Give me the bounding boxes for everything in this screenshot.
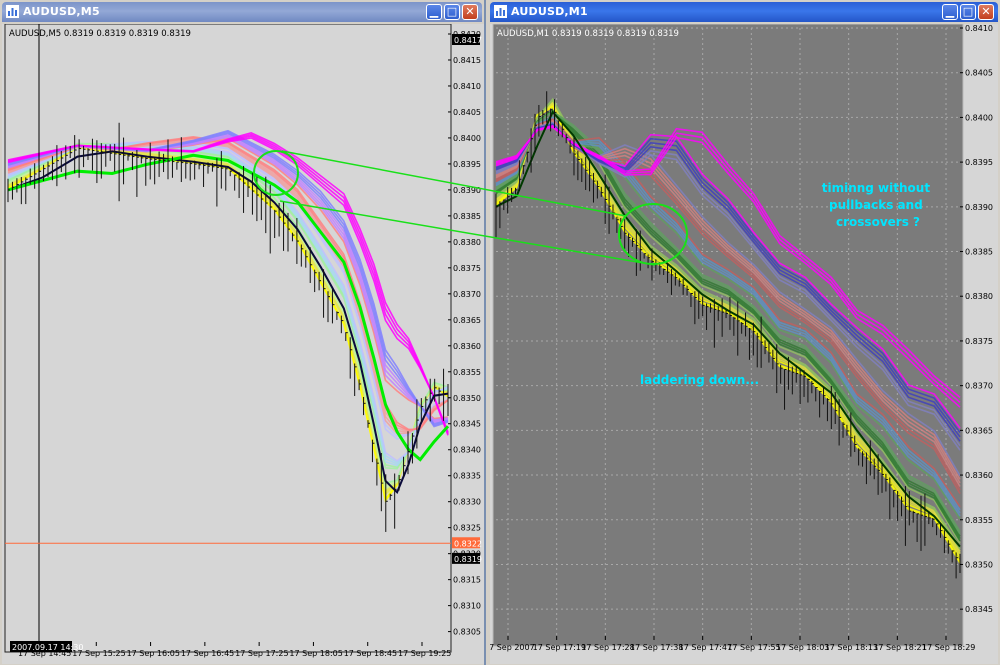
- y-tick-label: 0.8375: [453, 264, 481, 273]
- y-tick-label: 0.8390: [965, 203, 993, 212]
- x-tick-label: 17 Sep 17:19: [533, 643, 586, 652]
- window-titlebar[interactable]: AUDUSD,M1 ▁ □ ✕: [490, 2, 998, 22]
- x-tick-label: 17 Sep 17:47: [679, 643, 732, 652]
- y-tick-label: 0.8345: [453, 420, 481, 429]
- x-tick-label: 17 Sep 17:55: [727, 643, 780, 652]
- chart-info-label: AUDUSD,M1 0.8319 0.8319 0.8319 0.8319: [497, 29, 679, 39]
- chart-info-label: AUDUSD,M5 0.8319 0.8319 0.8319 0.8319: [9, 29, 191, 39]
- annotation-line: timinng without: [822, 181, 931, 195]
- x-tick-label: 17 Sep 17:28: [581, 643, 634, 652]
- y-tick-label: 0.8395: [453, 160, 481, 169]
- close-button[interactable]: ✕: [978, 4, 994, 20]
- x-tick-label: 17 Sep 16:05: [127, 649, 180, 658]
- y-tick-label: 0.8390: [453, 186, 481, 195]
- y-tick-label: 0.8365: [965, 426, 993, 435]
- maximize-button[interactable]: □: [444, 4, 460, 20]
- y-tick-label: 0.8315: [453, 576, 481, 585]
- x-tick-label: 17 Sep 18:13: [825, 643, 878, 652]
- annotation-laddering: laddering down...: [640, 373, 759, 387]
- price-chart-m1[interactable]: 0.8410 0.8405 0.8400 0.8395 0.8390 0.8385 0.83…: [490, 24, 998, 664]
- price-tag-top: 0.8417: [454, 36, 482, 45]
- y-tick-label: 0.8410: [453, 82, 481, 91]
- x-tick-label: 17 Sep 19:25: [398, 649, 451, 658]
- close-icon: ✕: [981, 5, 991, 18]
- x-tick-label: 17 Sep 2007: [490, 643, 535, 652]
- close-icon: ✕: [465, 5, 475, 18]
- y-tick-label: 0.8340: [453, 446, 481, 455]
- x-tick-label: 17 Sep 18:45: [344, 649, 397, 658]
- y-tick-label: 0.8345: [965, 605, 993, 614]
- y-tick-label: 0.8405: [965, 69, 993, 78]
- y-tick-label: 0.8385: [453, 212, 481, 221]
- y-tick-label: 0.8400: [453, 134, 481, 143]
- y-tick-label: 0.8360: [453, 342, 481, 351]
- maximize-icon: □: [962, 5, 974, 18]
- price-tag-bid: 0.8319: [454, 555, 482, 564]
- x-tick-label: 17 Sep 16:45: [181, 649, 234, 658]
- chart-window-icon: [6, 5, 19, 18]
- minimize-icon: ▁: [945, 5, 955, 18]
- y-tick-label: 0.8330: [453, 498, 481, 507]
- y-tick-label: 0.8415: [453, 56, 481, 65]
- x-tick-label: 17 Sep 18:29: [922, 643, 975, 652]
- price-tag-red: 0.8322: [454, 539, 482, 548]
- y-tick-label: 0.8385: [965, 248, 993, 257]
- price-chart-m5[interactable]: 0.84200.84150.84100.84050.84000.83950.83…: [2, 24, 484, 664]
- annotation-line: crossovers ?: [836, 215, 920, 229]
- y-tick-label: 0.8305: [453, 628, 481, 637]
- y-tick-label: 0.8360: [965, 471, 993, 480]
- minimize-icon: ▁: [429, 5, 439, 18]
- y-tick-label: 0.8370: [453, 290, 481, 299]
- window-titlebar[interactable]: AUDUSD,M5 ▁ □ ✕: [2, 2, 482, 22]
- y-tick-label: 0.8310: [453, 602, 481, 611]
- annotation-timing: timinng without pullbacks and crossovers…: [822, 181, 935, 229]
- y-tick-label: 0.8355: [453, 368, 481, 377]
- x-tick-label: 17 Sep 17:38: [630, 643, 683, 652]
- maximize-button[interactable]: □: [960, 4, 976, 20]
- y-tick-label: 0.8405: [453, 108, 481, 117]
- y-tick-label: 0.8350: [965, 560, 993, 569]
- y-tick-label: 0.8395: [965, 158, 993, 167]
- minimize-button[interactable]: ▁: [426, 4, 442, 20]
- y-tick-label: 0.8325: [453, 524, 481, 533]
- maximize-icon: □: [446, 5, 458, 18]
- y-tick-label: 0.8365: [453, 316, 481, 325]
- y-tick-label: 0.8380: [453, 238, 481, 247]
- x-tick-label: 17 Sep 17:25: [235, 649, 288, 658]
- y-tick-label: 0.8370: [965, 382, 993, 391]
- y-tick-label: 0.8410: [965, 24, 993, 33]
- y-tick-label: 0.8350: [453, 394, 481, 403]
- chart-window-icon: [494, 5, 507, 18]
- close-button[interactable]: ✕: [462, 4, 478, 20]
- annotation-line: pullbacks and: [829, 198, 923, 212]
- chart-window-m5[interactable]: AUDUSD,M5 ▁ □ ✕ 0.84200.84150.84100.8405…: [0, 0, 486, 665]
- minimize-button[interactable]: ▁: [942, 4, 958, 20]
- y-tick-label: 0.8400: [965, 113, 993, 122]
- y-tick-label: 0.8380: [965, 292, 993, 301]
- crosshair-time-tag: 2007.09.17 14:30: [12, 643, 83, 652]
- y-tick-label: 0.8355: [965, 516, 993, 525]
- x-tick-label: 17 Sep 18:05: [289, 649, 342, 658]
- y-tick-label: 0.8335: [453, 472, 481, 481]
- plot-area: [4, 24, 452, 653]
- x-tick-label: 17 Sep 18:21: [873, 643, 926, 652]
- window-title: AUDUSD,M5: [23, 5, 100, 18]
- window-title: AUDUSD,M1: [511, 5, 588, 18]
- chart-window-m1[interactable]: AUDUSD,M1 ▁ □ ✕ 0.8410 0.8405 0.8400 0.8395…: [488, 0, 1000, 665]
- y-tick-label: 0.8375: [965, 337, 993, 346]
- x-tick-label: 17 Sep 18:03: [776, 643, 829, 652]
